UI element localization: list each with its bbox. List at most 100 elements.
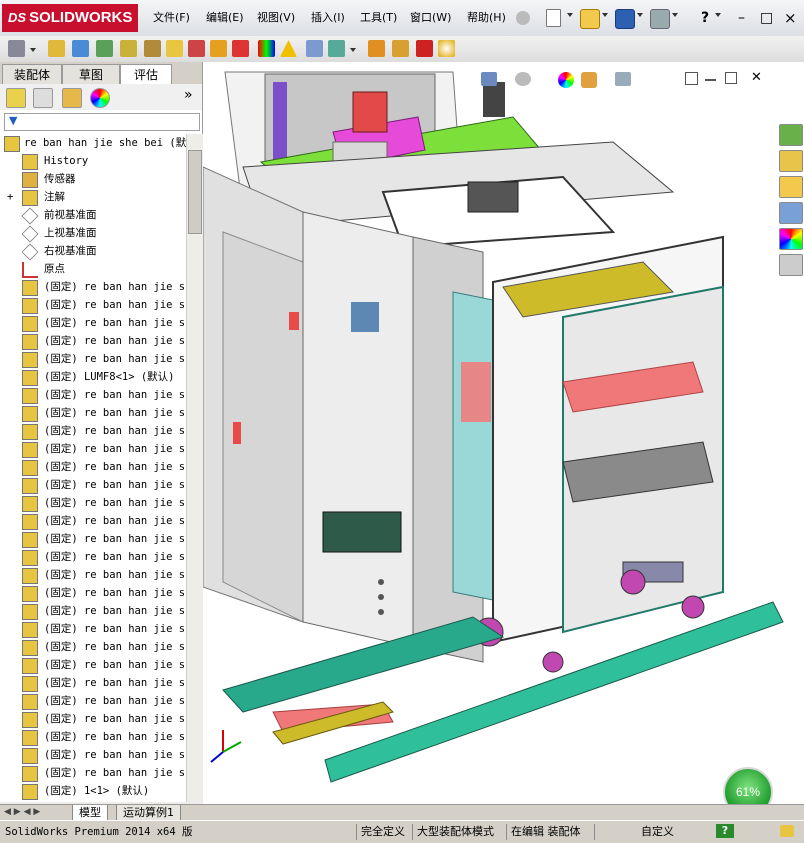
tree-item[interactable]: (固定) re ban han jie sh [0,728,186,746]
tree-item[interactable]: (固定) re ban han jie sh [0,764,186,782]
feature-manager-icon[interactable] [6,88,26,108]
select-dropdown-icon[interactable] [30,48,36,52]
tree-item[interactable]: (固定) re ban han jie sh [0,404,186,422]
solidworks-logo[interactable]: DS SOLIDWORKS [2,4,138,32]
tree-item[interactable]: (固定) re ban han jie sh [0,584,186,602]
tree-item[interactable]: (固定) re ban han jie sh [0,332,186,350]
pin-icon[interactable] [516,11,530,25]
tree-item[interactable]: (固定) re ban han jie sh [0,602,186,620]
file-explorer-icon[interactable] [779,176,803,198]
save-dropdown-icon[interactable] [637,13,643,17]
minimize-button[interactable]: – [733,9,750,27]
more-tabs-icon[interactable]: » [184,87,193,103]
save-icon[interactable] [615,9,635,29]
move-component-icon[interactable] [144,40,161,57]
tree-item[interactable]: (固定) re ban han jie sh [0,476,186,494]
close-button[interactable]: × [779,9,802,27]
tree-item[interactable]: (固定) LUMF8<1> (默认) [0,368,186,386]
tree-item[interactable]: (固定) re ban han jie sh [0,512,186,530]
tab-assembly[interactable]: 装配体 [2,64,62,85]
tree-item[interactable]: (固定) re ban han jie sh [0,710,186,728]
tile-viewport-icon[interactable] [685,72,698,85]
menu-view[interactable]: 视图(V) [252,9,300,27]
configuration-manager-icon[interactable] [62,88,82,108]
open-folder-icon[interactable] [580,9,600,29]
tree-item[interactable]: (固定) re ban han jie sh [0,296,186,314]
view-settings-icon[interactable] [615,72,631,86]
linear-pattern-icon[interactable] [96,40,113,57]
help-dropdown-icon[interactable] [715,13,721,17]
tree-item[interactable]: (固定) re ban han jie sh [0,566,186,584]
tab-motion-study-1[interactable]: 运动算例1 [116,805,181,821]
tree-item[interactable]: 上视基准面 [0,224,186,243]
new-dropdown-icon[interactable] [567,13,573,17]
explode-line-sketch-icon[interactable] [328,40,345,57]
instant3d-icon[interactable] [438,40,455,57]
edit-appearance-icon[interactable] [558,72,574,88]
tree-item[interactable]: (固定) re ban han jie sh [0,548,186,566]
filter-icon[interactable]: ▼ [9,114,17,127]
select-tool-icon[interactable] [8,40,25,57]
tree-item[interactable]: (固定) re ban han jie sh [0,458,186,476]
design-library-icon[interactable] [779,150,803,172]
tree-item[interactable]: (固定) re ban han jie sh [0,530,186,548]
units-selector[interactable]: 自定义 [638,823,677,841]
tree-item[interactable]: (固定) re ban han jie sh [0,620,186,638]
print-dropdown-icon[interactable] [672,13,678,17]
exploded-view-icon[interactable] [306,40,323,57]
menu-edit[interactable]: 编辑(E) [201,9,249,27]
tree-item[interactable]: (固定) re ban han jie sh [0,656,186,674]
mate-icon[interactable] [72,40,89,57]
tree-vertical-scrollbar[interactable] [186,134,203,806]
tree-item[interactable]: (固定) re ban han jie sh [0,350,186,368]
tab-evaluate[interactable]: 评估 [120,64,172,85]
insert-component-icon[interactable] [48,40,65,57]
status-help-icon[interactable]: ? [716,824,734,838]
open-dropdown-icon[interactable] [602,13,608,17]
tree-item[interactable]: (固定) re ban han jie sh [0,638,186,656]
menu-window[interactable]: 窗口(W) [405,9,456,27]
tree-item[interactable]: (固定) 1<1> (默认) [0,782,186,800]
appearance-icon[interactable] [258,40,275,57]
graphics-area[interactable]: ✕ [203,62,804,804]
tree-item[interactable]: (固定) re ban han jie sh [0,674,186,692]
restore-button[interactable]: □ [755,9,778,27]
warning-icon[interactable] [280,40,297,57]
apply-scene-icon[interactable] [581,72,597,88]
display-manager-icon[interactable] [90,88,110,108]
tree-item[interactable]: (固定) re ban han jie sh [0,692,186,710]
tree-item[interactable]: (固定) re ban han jie sh [0,386,186,404]
print-icon[interactable] [650,9,670,29]
hole-alignment-icon[interactable] [416,40,433,57]
tree-item[interactable]: 前视基准面 [0,206,186,225]
menu-help[interactable]: 帮助(H) [462,9,511,27]
tab-model[interactable]: 模型 [72,805,108,821]
custom-properties-icon[interactable] [779,254,803,276]
solidworks-resources-icon[interactable] [779,124,803,146]
filter-input[interactable]: ▼ [4,113,200,131]
interference-detection-icon[interactable] [368,40,385,57]
tree-item[interactable]: 传感器 [0,170,186,188]
reference-geometry-icon[interactable] [210,40,227,57]
explode-dropdown-icon[interactable] [350,48,356,52]
menu-insert[interactable]: 插入(I) [306,9,350,27]
tree-item[interactable]: 原点 [0,260,186,278]
menu-tools[interactable]: 工具(T) [355,9,402,27]
view-orientation-icon[interactable] [481,72,497,86]
tree-scroll-thumb[interactable] [188,150,202,234]
property-manager-icon[interactable] [33,88,53,108]
tree-root[interactable]: re ban han jie she bei (默 [0,134,186,152]
tab-scroll-arrows[interactable]: ◀ ▶ ◀ ▶ [4,807,64,819]
tab-sketch[interactable]: 草图 [62,64,120,85]
tree-item[interactable]: History [0,152,186,170]
viewport-minimize-icon[interactable] [705,79,716,81]
tree-item[interactable]: (固定) re ban han jie sh [0,746,186,764]
tree-item[interactable]: (固定) re ban han jie sh [0,278,186,296]
assembly-features-icon[interactable] [188,40,205,57]
assembly-model[interactable] [203,62,804,804]
show-hidden-icon[interactable] [166,40,183,57]
tree-item[interactable]: (固定) re ban han jie sh [0,494,186,512]
tree-item[interactable]: (固定) re ban han jie sh [0,422,186,440]
new-motion-study-icon[interactable] [232,40,249,57]
new-document-icon[interactable] [546,9,561,27]
